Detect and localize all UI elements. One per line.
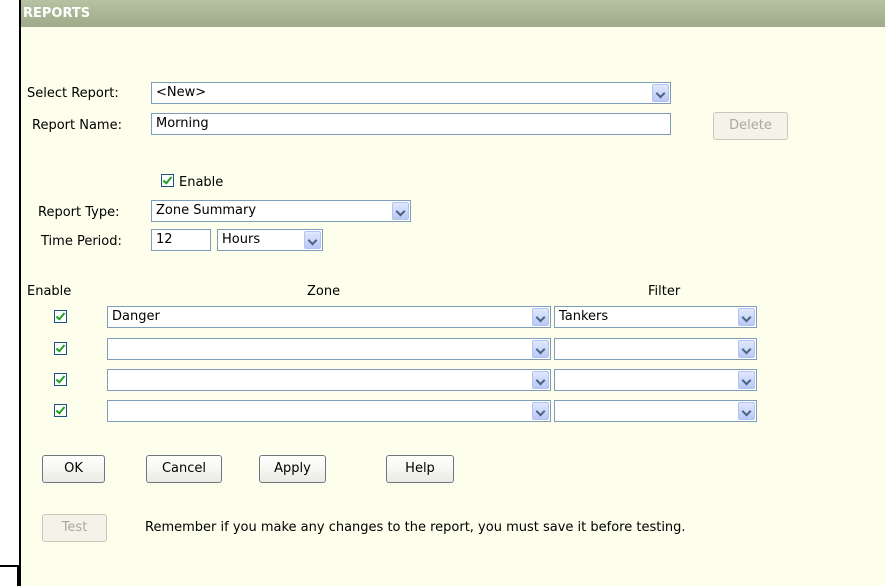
chevron-down-icon[interactable] xyxy=(532,402,549,420)
time-period-input[interactable]: 12 xyxy=(151,229,211,251)
test-button[interactable]: Test xyxy=(42,514,107,542)
window-corner-divider xyxy=(0,565,19,586)
apply-button[interactable]: Apply xyxy=(259,455,326,483)
chevron-down-icon[interactable] xyxy=(392,202,409,220)
filter-dropdown[interactable] xyxy=(554,400,757,422)
zone-dropdown[interactable] xyxy=(107,369,551,391)
column-header-enable: Enable xyxy=(27,284,72,299)
time-unit-dropdown[interactable]: Hours xyxy=(217,229,323,251)
row-enable-checkbox[interactable] xyxy=(54,310,67,323)
chevron-down-icon[interactable] xyxy=(738,371,755,389)
filter-value: Tankers xyxy=(559,309,609,324)
filter-dropdown[interactable]: Tankers xyxy=(554,306,757,328)
chevron-down-icon[interactable] xyxy=(738,340,755,358)
report-type-label: Report Type: xyxy=(38,205,120,220)
select-report-dropdown[interactable]: <New> xyxy=(151,82,671,104)
row-enable-checkbox[interactable] xyxy=(54,404,67,417)
chevron-down-icon[interactable] xyxy=(532,371,549,389)
select-report-value: <New> xyxy=(156,85,207,100)
zone-dropdown[interactable] xyxy=(107,338,551,360)
report-type-value: Zone Summary xyxy=(156,203,257,218)
time-period-label: Time Period: xyxy=(41,234,122,249)
delete-button[interactable]: Delete xyxy=(713,112,788,140)
reports-panel: REPORTS Select Report: <New> Report Name… xyxy=(19,0,885,586)
chevron-down-icon[interactable] xyxy=(532,340,549,358)
filter-dropdown[interactable] xyxy=(554,338,757,360)
chevron-down-icon[interactable] xyxy=(738,308,755,326)
chevron-down-icon[interactable] xyxy=(532,308,549,326)
row-enable-checkbox[interactable] xyxy=(54,373,67,386)
enable-checkbox[interactable] xyxy=(161,174,174,187)
row-enable-checkbox[interactable] xyxy=(54,342,67,355)
column-header-zone: Zone xyxy=(307,284,341,299)
chevron-down-icon[interactable] xyxy=(652,84,669,102)
help-button[interactable]: Help xyxy=(386,455,454,483)
filter-dropdown[interactable] xyxy=(554,369,757,391)
report-name-label: Report Name: xyxy=(32,118,122,133)
report-name-input[interactable]: Morning xyxy=(151,113,671,135)
chevron-down-icon[interactable] xyxy=(738,402,755,420)
zone-value: Danger xyxy=(112,309,160,324)
ok-button[interactable]: OK xyxy=(42,455,105,483)
time-unit-value: Hours xyxy=(222,232,261,247)
save-before-test-note: Remember if you make any changes to the … xyxy=(145,520,686,535)
select-report-label: Select Report: xyxy=(27,86,119,101)
column-header-filter: Filter xyxy=(648,284,681,299)
chevron-down-icon[interactable] xyxy=(304,231,321,249)
zone-dropdown[interactable]: Danger xyxy=(107,306,551,328)
cancel-button[interactable]: Cancel xyxy=(146,455,222,483)
zone-dropdown[interactable] xyxy=(107,400,551,422)
panel-title: REPORTS xyxy=(21,0,885,27)
report-type-dropdown[interactable]: Zone Summary xyxy=(151,200,411,222)
enable-label: Enable xyxy=(179,175,224,190)
